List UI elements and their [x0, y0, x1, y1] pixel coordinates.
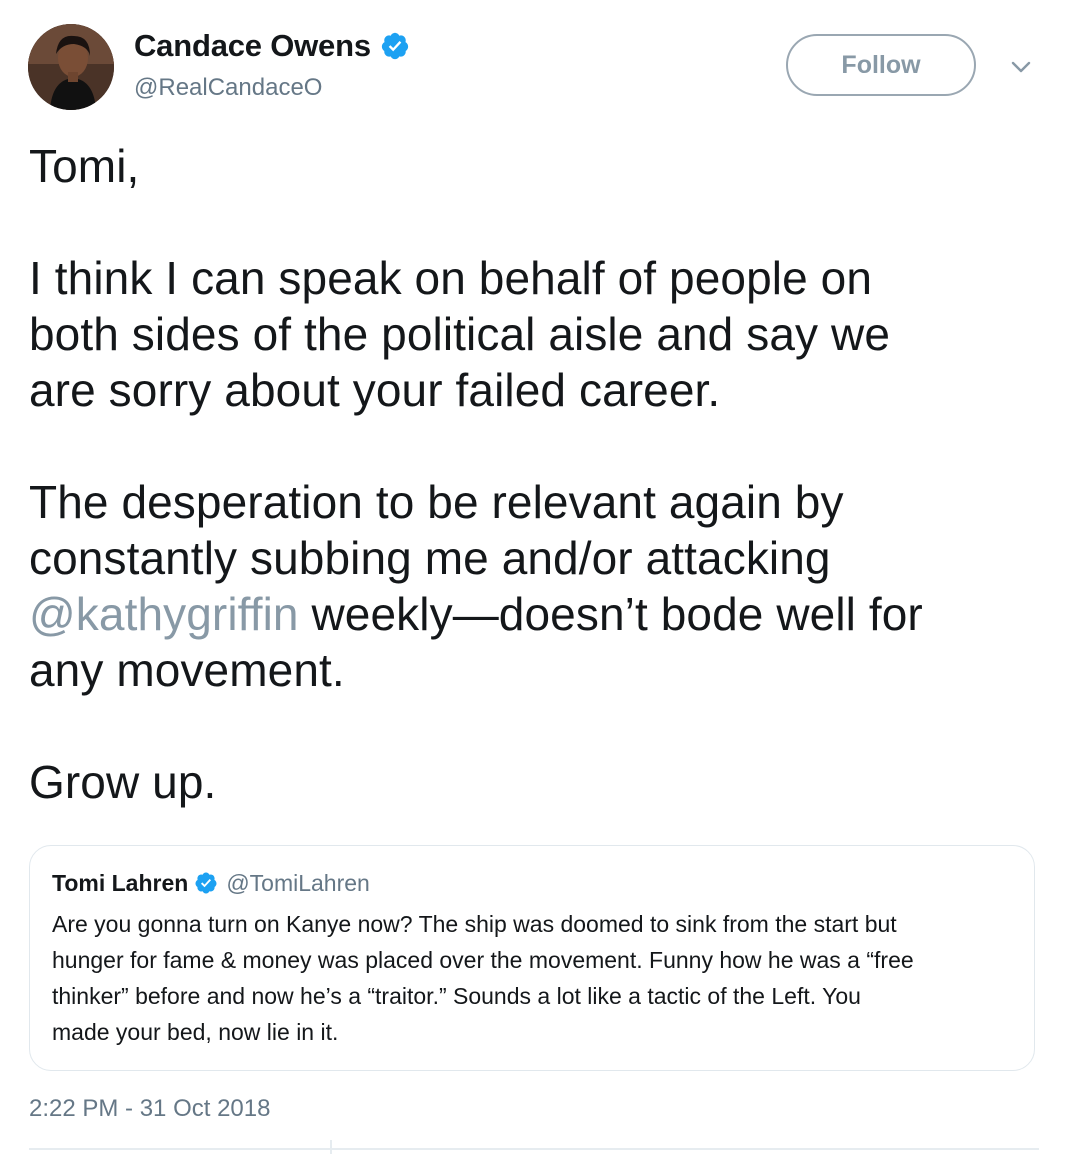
- tweet-line: I think I can speak on behalf of people …: [29, 252, 873, 304]
- display-name-row: Candace Owens: [134, 28, 410, 64]
- tweet-text: Tomi, I think I can speak on behalf of p…: [29, 138, 1059, 810]
- tweet-line: any movement.: [29, 644, 345, 696]
- divider: [29, 1148, 1039, 1150]
- follow-button[interactable]: Follow: [786, 34, 976, 96]
- quoted-tweet-header: Tomi Lahren @TomiLahren: [52, 868, 1012, 898]
- quoted-line: thinker” before and now he’s a “traitor.…: [52, 983, 861, 1009]
- quoted-line: Are you gonna turn on Kanye now? The shi…: [52, 911, 897, 937]
- verified-badge-icon: [194, 871, 218, 895]
- avatar[interactable]: [28, 24, 114, 110]
- mention-link[interactable]: @kathygriffin: [29, 588, 299, 640]
- quoted-author-handle: @TomiLahren: [226, 869, 370, 896]
- tweet-line: are sorry about your failed career.: [29, 364, 721, 416]
- tweet-line: Tomi,: [29, 140, 140, 192]
- tweet-line: Grow up.: [29, 756, 217, 808]
- tweet-line: constantly subbing me and/or attacking: [29, 532, 831, 584]
- author-names: Candace Owens @RealCandaceO: [134, 28, 410, 102]
- quoted-tweet-text: Are you gonna turn on Kanye now? The shi…: [52, 906, 1012, 1050]
- tweet-card: Candace Owens @RealCandaceO Follow Tomi,…: [0, 0, 1082, 1154]
- chevron-down-icon[interactable]: [1008, 54, 1034, 80]
- profile-photo: [28, 24, 114, 110]
- author-display-name[interactable]: Candace Owens: [134, 28, 371, 64]
- tweet-header: Candace Owens @RealCandaceO Follow: [28, 24, 1058, 110]
- author-handle[interactable]: @RealCandaceO: [134, 74, 410, 102]
- verified-badge-icon: [380, 31, 410, 61]
- tweet-line: both sides of the political aisle and sa…: [29, 308, 891, 360]
- quoted-tweet[interactable]: Tomi Lahren @TomiLahren Are you gonna tu…: [29, 845, 1035, 1071]
- quoted-author-name: Tomi Lahren: [52, 869, 189, 896]
- tweet-line-rest: weekly—doesn’t bode well for: [298, 588, 923, 640]
- divider-tick: [330, 1140, 332, 1154]
- tweet-line: The desperation to be relevant again by: [29, 476, 844, 528]
- tweet-line-with-mention: @kathygriffin weekly—doesn’t bode well f…: [29, 586, 1059, 642]
- quoted-line: made your bed, now lie in it.: [52, 1019, 339, 1045]
- tweet-timestamp[interactable]: 2:22 PM - 31 Oct 2018: [29, 1095, 270, 1123]
- quoted-line: hunger for fame & money was placed over …: [52, 947, 914, 973]
